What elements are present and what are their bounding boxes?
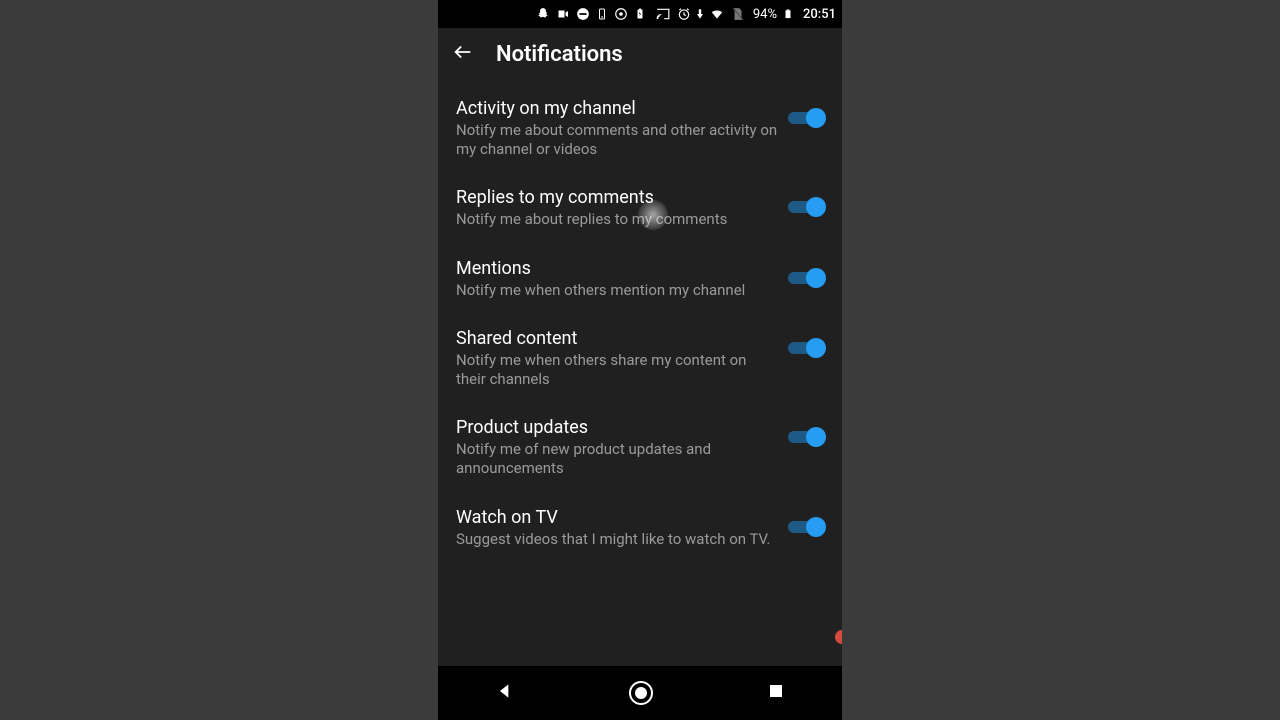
record-icon xyxy=(614,7,628,21)
nav-recent-button[interactable] xyxy=(767,682,785,704)
phone-frame: 94% 20:51 Notifications Activity on my c… xyxy=(438,0,842,720)
clock: 20:51 xyxy=(803,7,836,22)
setting-desc: Notify me when others share my content o… xyxy=(456,351,778,389)
toggle-switch[interactable] xyxy=(788,427,824,447)
battery-charging-icon xyxy=(634,7,646,21)
setting-desc: Suggest videos that I might like to watc… xyxy=(456,530,778,549)
nav-bar xyxy=(438,666,842,720)
setting-activity-on-my-channel[interactable]: Activity on my channel Notify me about c… xyxy=(438,84,842,173)
video-icon xyxy=(556,8,570,20)
setting-desc: Notify me of new product updates and ann… xyxy=(456,440,778,478)
setting-title: Activity on my channel xyxy=(456,98,778,119)
dnd-icon xyxy=(576,7,590,21)
wifi-icon xyxy=(709,7,725,21)
page-title: Notifications xyxy=(496,42,623,67)
toggle-switch[interactable] xyxy=(788,108,824,128)
setting-title: Mentions xyxy=(456,258,778,279)
toggle-switch[interactable] xyxy=(788,268,824,288)
setting-title: Replies to my comments xyxy=(456,187,778,208)
setting-desc: Notify me about comments and other activ… xyxy=(456,121,778,159)
app-bar: Notifications xyxy=(438,28,842,80)
snapchat-icon xyxy=(536,7,550,21)
nav-back-button[interactable] xyxy=(495,681,515,705)
setting-mentions[interactable]: Mentions Notify me when others mention m… xyxy=(438,244,842,314)
toggle-switch[interactable] xyxy=(788,197,824,217)
setting-title: Product updates xyxy=(456,417,778,438)
setting-desc: Notify me when others mention my channel xyxy=(456,281,778,300)
battery-percent: 94% xyxy=(753,7,777,22)
alarm-icon xyxy=(677,7,691,21)
setting-shared-content[interactable]: Shared content Notify me when others sha… xyxy=(438,314,842,403)
back-button[interactable] xyxy=(452,41,474,67)
toggle-switch[interactable] xyxy=(788,338,824,358)
no-sim-icon xyxy=(731,7,745,21)
settings-list: Activity on my channel Notify me about c… xyxy=(438,80,842,666)
battery-icon xyxy=(783,7,793,21)
nav-home-button[interactable] xyxy=(629,681,653,705)
setting-title: Watch on TV xyxy=(456,507,778,528)
screen-recorder-indicator xyxy=(835,630,842,644)
setting-desc: Notify me about replies to my comments xyxy=(456,210,778,229)
phone-vibrate-icon xyxy=(596,7,608,21)
cast-icon xyxy=(655,7,671,21)
setting-title: Shared content xyxy=(456,328,778,349)
setting-watch-on-tv[interactable]: Watch on TV Suggest videos that I might … xyxy=(438,493,842,563)
setting-product-updates[interactable]: Product updates Notify me of new product… xyxy=(438,403,842,492)
toggle-switch[interactable] xyxy=(788,517,824,537)
signal-small-icon xyxy=(697,9,703,19)
setting-replies-to-my-comments[interactable]: Replies to my comments Notify me about r… xyxy=(438,173,842,243)
status-bar: 94% 20:51 xyxy=(438,0,842,28)
